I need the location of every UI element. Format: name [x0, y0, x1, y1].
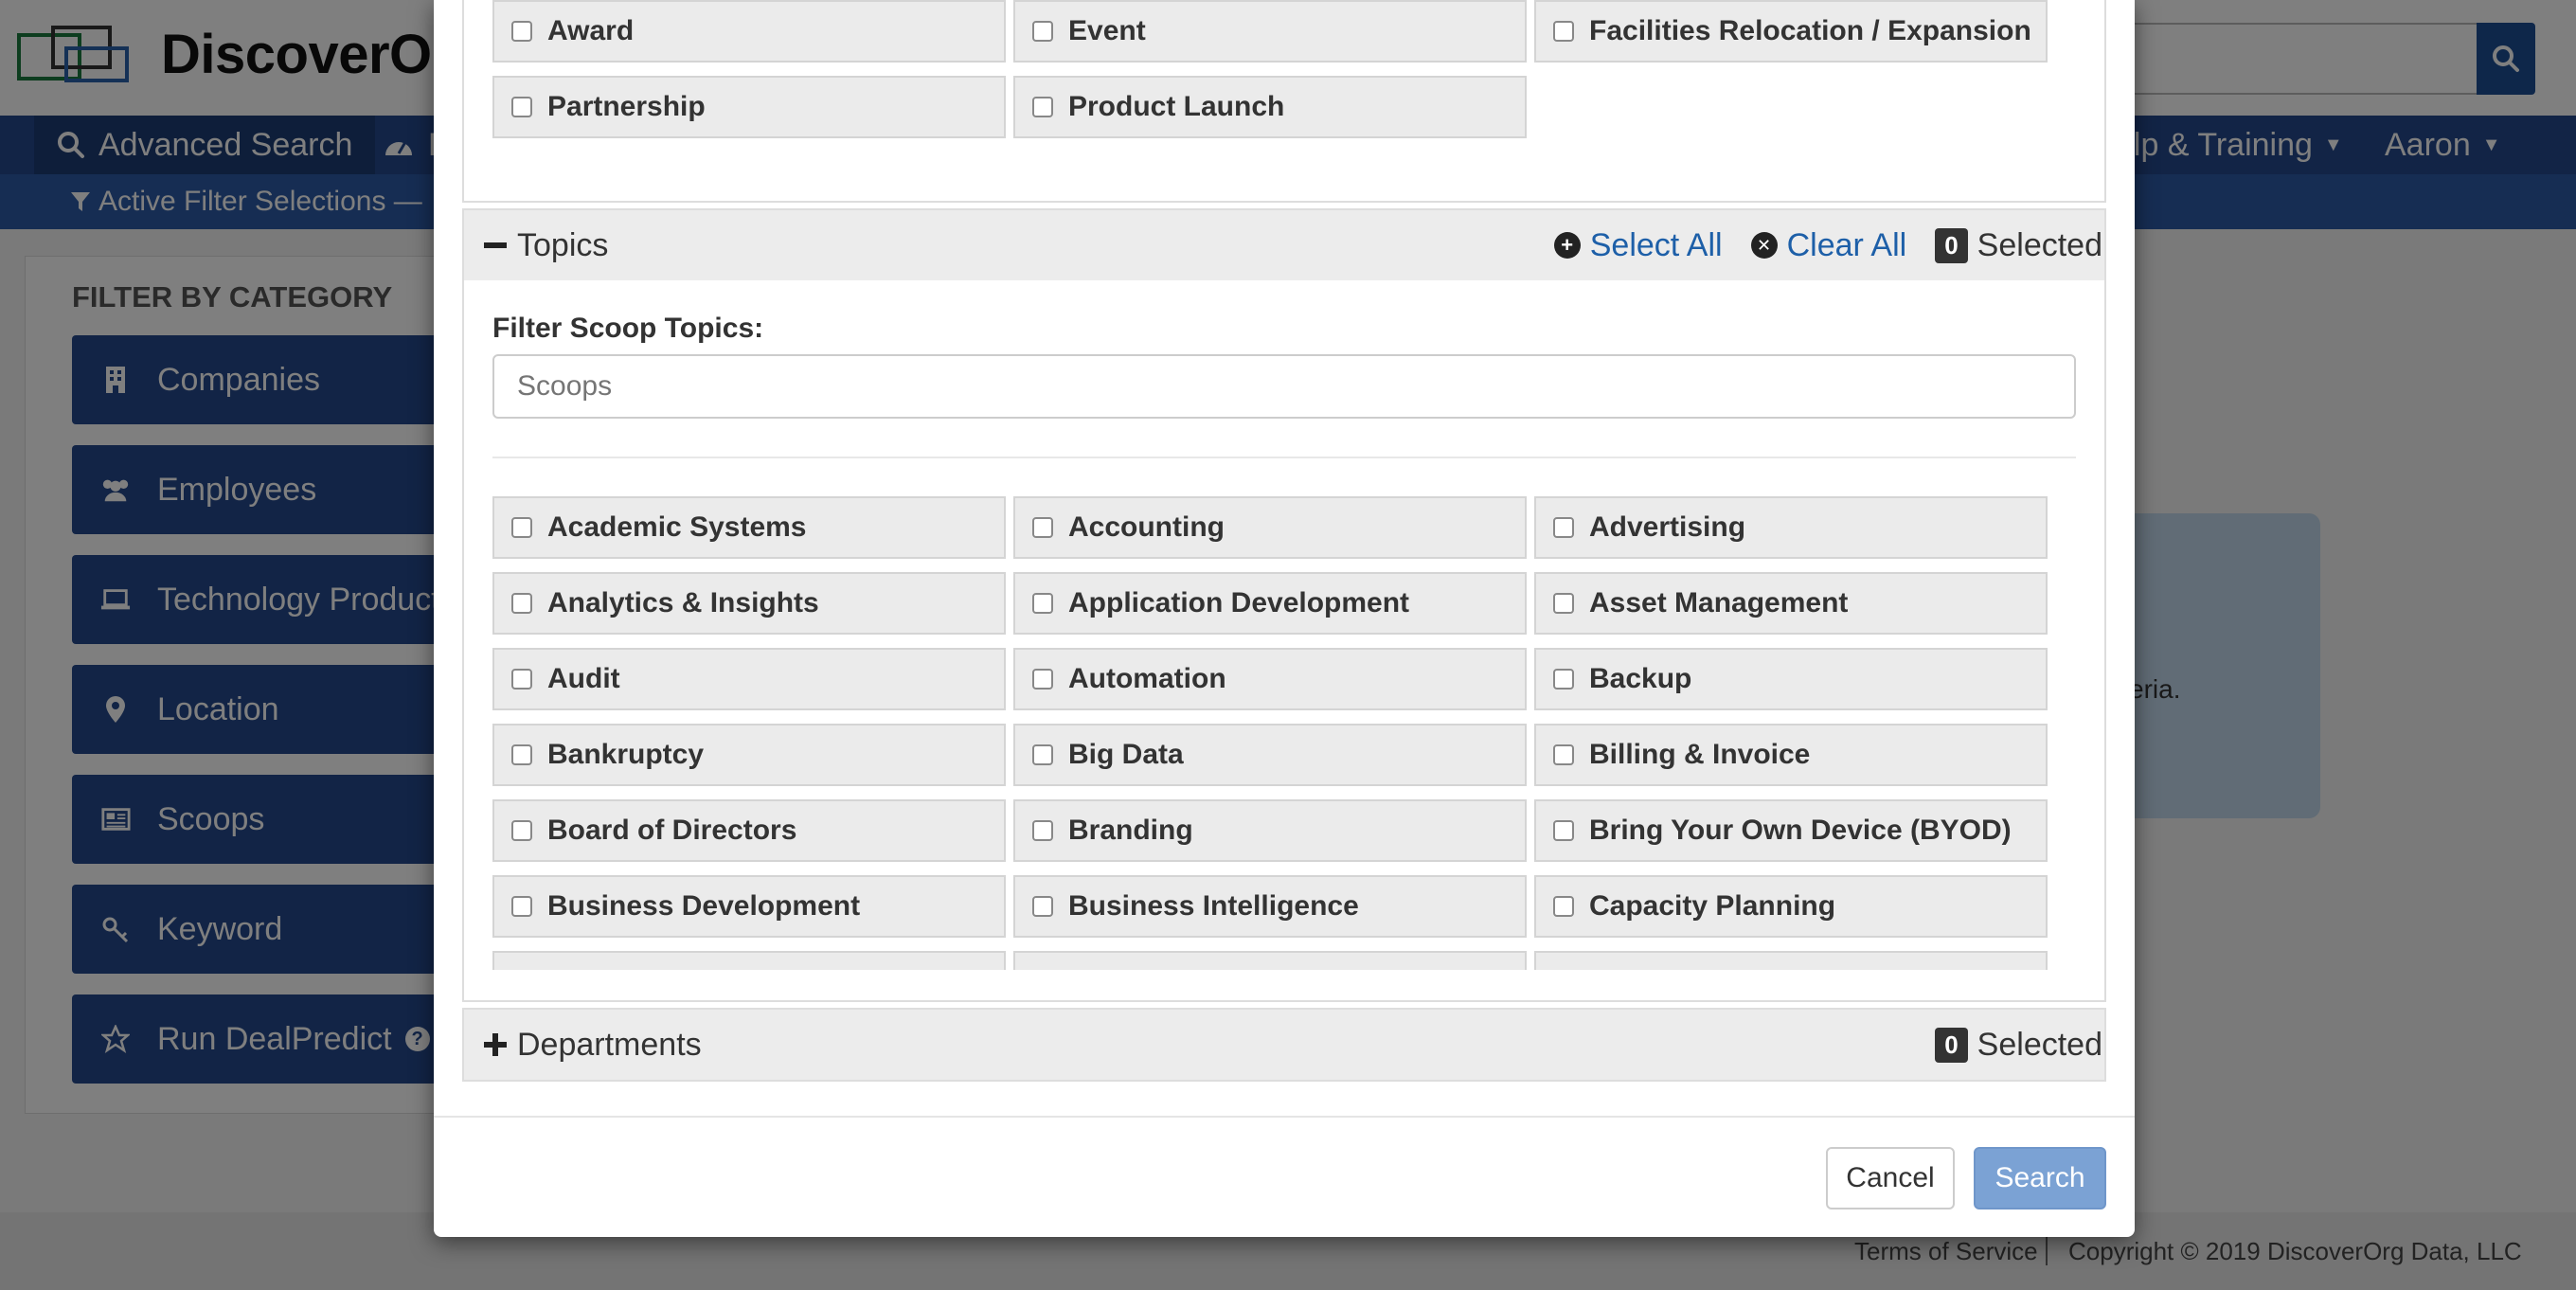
topic-backup[interactable]: Backup — [1534, 648, 2048, 710]
topic-advertising[interactable]: Advertising — [1534, 496, 2048, 559]
departments-section-header[interactable]: Departments 0 Selected — [462, 1008, 2106, 1082]
topic-branding[interactable]: Branding — [1013, 799, 1527, 862]
topics-header-actions: + Select All ✕ Clear All 0 Selected — [1553, 210, 2104, 280]
checkbox-icon[interactable] — [511, 593, 532, 614]
topic-row-partial[interactable] — [492, 951, 1006, 970]
checkbox-icon[interactable] — [511, 669, 532, 690]
scoops-filter-modal: Award Event Facilities Relocation / Expa… — [434, 0, 2135, 1237]
checkbox-icon[interactable] — [1553, 744, 1574, 765]
departments-header-actions: 0 Selected — [1935, 1010, 2104, 1080]
checkbox-icon[interactable] — [1032, 820, 1053, 841]
checkbox-icon[interactable] — [1553, 820, 1574, 841]
departments-selected-count: 0 — [1935, 1027, 1968, 1063]
departments-title: Departments — [517, 1026, 702, 1063]
checkbox-icon[interactable] — [511, 820, 532, 841]
checkbox-icon[interactable] — [511, 517, 532, 538]
topic-automation[interactable]: Automation — [1013, 648, 1527, 710]
checkbox-icon[interactable] — [511, 97, 532, 117]
x-circle-icon: ✕ — [1750, 232, 1778, 259]
checkbox-icon[interactable] — [1553, 21, 1574, 42]
checkbox-icon[interactable] — [511, 744, 532, 765]
topic-asset-management[interactable]: Asset Management — [1534, 572, 2048, 635]
topic-analytics-insights[interactable]: Analytics & Insights — [492, 572, 1006, 635]
topic-audit[interactable]: Audit — [492, 648, 1006, 710]
topic-business-development[interactable]: Business Development — [492, 875, 1006, 938]
topic-row-partial[interactable] — [1013, 951, 1527, 970]
topic-byod[interactable]: Bring Your Own Device (BYOD) — [1534, 799, 2048, 862]
cancel-button[interactable]: Cancel — [1826, 1147, 1955, 1209]
scoop-types-section: Award Event Facilities Relocation / Expa… — [462, 0, 2106, 203]
checkbox-event[interactable]: Event — [1013, 0, 1527, 63]
topic-academic-systems[interactable]: Academic Systems — [492, 496, 1006, 559]
checkbox-icon[interactable] — [1553, 896, 1574, 917]
checkbox-icon[interactable] — [1032, 21, 1053, 42]
topic-billing-invoice[interactable]: Billing & Invoice — [1534, 724, 2048, 786]
checkbox-icon[interactable] — [511, 21, 532, 42]
checkbox-icon[interactable] — [1032, 593, 1053, 614]
select-all-button[interactable]: + Select All — [1553, 227, 1723, 264]
topics-list[interactable]: Academic Systems Accounting Advertising … — [464, 280, 2104, 970]
topic-business-intelligence[interactable]: Business Intelligence — [1013, 875, 1527, 938]
topics-title: Topics — [517, 226, 609, 263]
checkbox-icon[interactable] — [1553, 669, 1574, 690]
checkbox-facilities-relocation[interactable]: Facilities Relocation / Expansion — [1534, 0, 2048, 63]
checkbox-icon[interactable] — [1553, 593, 1574, 614]
topic-board-of-directors[interactable]: Board of Directors — [492, 799, 1006, 862]
search-button[interactable]: Search — [1974, 1147, 2106, 1209]
checkbox-icon[interactable] — [1032, 517, 1053, 538]
checkbox-icon[interactable] — [1553, 517, 1574, 538]
topics-selected-label: Selected — [1977, 226, 2102, 263]
checkbox-product-launch[interactable]: Product Launch — [1013, 76, 1527, 138]
checkbox-icon[interactable] — [1032, 744, 1053, 765]
checkbox-partnership[interactable]: Partnership — [492, 76, 1006, 138]
checkbox-icon[interactable] — [1032, 669, 1053, 690]
plus-circle-icon: + — [1553, 232, 1581, 259]
collapse-minus-icon[interactable] — [483, 229, 508, 261]
topic-application-development[interactable]: Application Development — [1013, 572, 1527, 635]
checkbox-award[interactable]: Award — [492, 0, 1006, 63]
topics-selected-count: 0 — [1935, 227, 1968, 263]
checkbox-icon[interactable] — [511, 896, 532, 917]
topic-row-partial[interactable] — [1534, 951, 2048, 970]
checkbox-icon[interactable] — [1032, 896, 1053, 917]
modal-footer-divider — [434, 1116, 2135, 1118]
topics-section-body: Filter Scoop Topics: Academic Systems Ac… — [462, 280, 2106, 1002]
checkbox-icon[interactable] — [1032, 97, 1053, 117]
departments-selected-label: Selected — [1977, 1026, 2102, 1063]
topic-bankruptcy[interactable]: Bankruptcy — [492, 724, 1006, 786]
clear-all-button[interactable]: ✕ Clear All — [1750, 227, 1906, 264]
topics-section-header[interactable]: Topics + Select All ✕ Clear All 0 Select… — [462, 208, 2106, 282]
expand-plus-icon[interactable] — [483, 1029, 508, 1061]
topic-accounting[interactable]: Accounting — [1013, 496, 1527, 559]
topic-big-data[interactable]: Big Data — [1013, 724, 1527, 786]
topic-capacity-planning[interactable]: Capacity Planning — [1534, 875, 2048, 938]
